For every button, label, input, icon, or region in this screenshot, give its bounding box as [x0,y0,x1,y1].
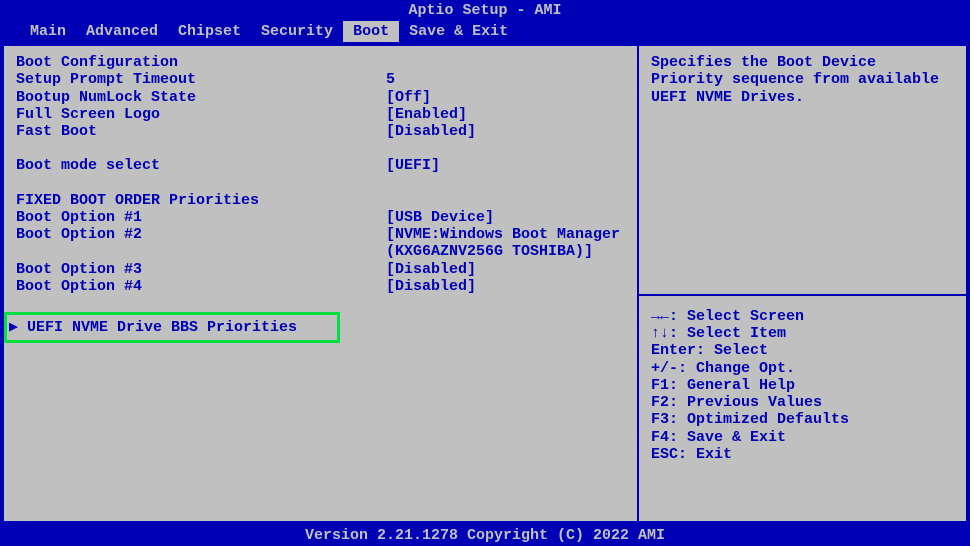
setting-fullscreen-logo[interactable]: Full Screen Logo [Enabled] [16,106,625,123]
menu-main[interactable]: Main [20,21,76,42]
help-panel: Specifies the Boot Device Priority seque… [638,44,968,523]
help-key-optimized-defaults: F3: Optimized Defaults [651,411,954,428]
spacer [16,175,625,192]
submenu-label: UEFI NVME Drive BBS Priorities [27,319,297,336]
setting-numlock-state[interactable]: Bootup NumLock State [Off] [16,89,625,106]
help-key-esc-exit: ESC: Exit [651,446,954,463]
content-area: Boot Configuration Setup Prompt Timeout … [0,42,970,525]
menu-save-exit[interactable]: Save & Exit [399,21,518,42]
help-key-save-exit: F4: Save & Exit [651,429,954,446]
boot-option-3[interactable]: Boot Option #3 [Disabled] [16,261,625,278]
setting-label: Boot mode select [16,157,386,174]
app-title: Aptio Setup - AMI [408,2,561,19]
spacer [16,140,625,157]
help-keys-list: →←: Select Screen ↑↓: Select Item Enter:… [651,304,954,463]
help-key-previous-values: F2: Previous Values [651,394,954,411]
submenu-arrow-icon: ▶ [9,319,27,336]
menu-chipset[interactable]: Chipset [168,21,251,42]
spacer [651,463,954,513]
setting-value: 5 [386,71,625,88]
spacer [16,295,625,312]
setting-value: [Enabled] [386,106,625,123]
setting-label: Boot Option #3 [16,261,386,278]
setting-label: Boot Option #1 [16,209,386,226]
boot-config-header: Boot Configuration [16,54,625,71]
setting-boot-mode[interactable]: Boot mode select [UEFI] [16,157,625,174]
title-bar: Aptio Setup - AMI [0,0,970,21]
setting-label: Boot Option #2 [16,226,386,261]
setting-label: Full Screen Logo [16,106,386,123]
setting-label: Setup Prompt Timeout [16,71,386,88]
fixed-boot-header: FIXED BOOT ORDER Priorities [16,192,625,209]
help-description: Specifies the Boot Device Priority seque… [651,54,954,106]
boot-option-2[interactable]: Boot Option #2 [NVME:Windows Boot Manage… [16,226,625,261]
setting-value: [NVME:Windows Boot Manager (KXG6AZNV256G… [386,226,625,261]
help-divider [639,294,966,296]
boot-option-1[interactable]: Boot Option #1 [USB Device] [16,209,625,226]
footer-bar: Version 2.21.1278 Copyright (C) 2022 AMI [0,525,970,546]
menu-advanced[interactable]: Advanced [76,21,168,42]
setting-value: [USB Device] [386,209,625,226]
bios-setup-screen: Aptio Setup - AMI Main Advanced Chipset … [0,0,970,546]
help-key-change-opt: +/-: Change Opt. [651,360,954,377]
help-key-select-screen: →←: Select Screen [651,308,954,325]
spacer [651,106,954,286]
setting-label: Boot Option #4 [16,278,386,295]
setting-label: Bootup NumLock State [16,89,386,106]
help-key-select-item: ↑↓: Select Item [651,325,954,342]
menu-bar: Main Advanced Chipset Security Boot Save… [0,21,970,42]
setting-label: Fast Boot [16,123,386,140]
help-key-enter: Enter: Select [651,342,954,359]
setting-value: [Off] [386,89,625,106]
menu-boot[interactable]: Boot [343,21,399,42]
main-settings-panel: Boot Configuration Setup Prompt Timeout … [2,44,638,523]
setting-value: [UEFI] [386,157,625,174]
boot-option-4[interactable]: Boot Option #4 [Disabled] [16,278,625,295]
setting-value: [Disabled] [386,261,625,278]
menu-security[interactable]: Security [251,21,343,42]
help-key-general-help: F1: General Help [651,377,954,394]
setting-setup-timeout[interactable]: Setup Prompt Timeout 5 [16,71,625,88]
setting-value: [Disabled] [386,123,625,140]
setting-fast-boot[interactable]: Fast Boot [Disabled] [16,123,625,140]
version-copyright: Version 2.21.1278 Copyright (C) 2022 AMI [305,527,665,544]
setting-value: [Disabled] [386,278,625,295]
submenu-uefi-nvme-priorities[interactable]: ▶ UEFI NVME Drive BBS Priorities [4,312,340,343]
